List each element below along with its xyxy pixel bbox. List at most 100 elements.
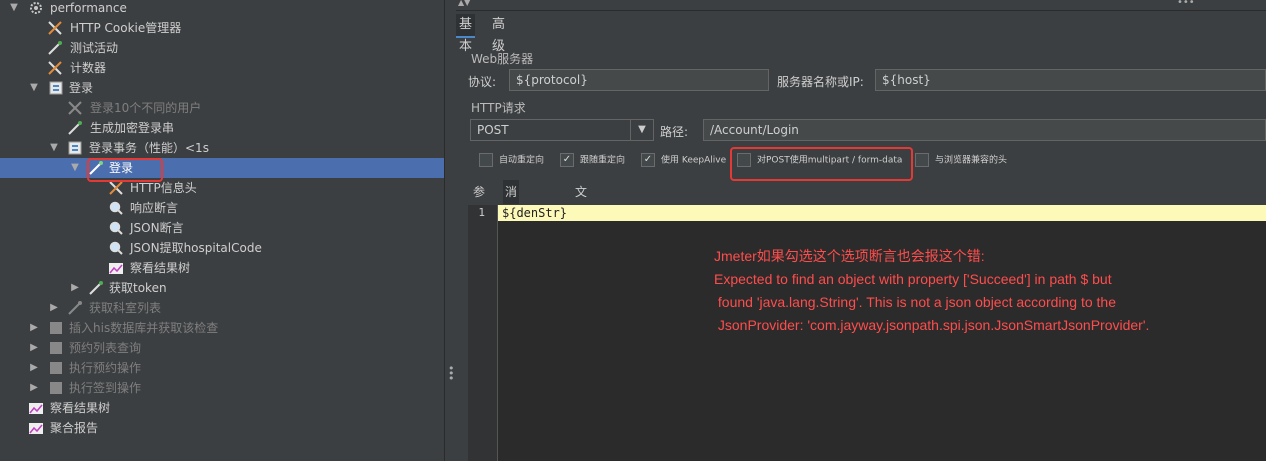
chevron-right-icon[interactable]: ▶ [48,298,60,318]
tree-item-do-signin[interactable]: ▶ 执行签到操作 [0,378,444,398]
annotation-line: Expected to find an object with property… [714,271,1112,287]
tree-item-label: performance [50,1,127,15]
tree-item-login-10-users[interactable]: 登录10个不同的用户 [0,98,444,118]
controller-icon [50,342,62,354]
tab-advanced[interactable]: 高级 [489,14,508,54]
tree-item-label: 登录 [69,81,94,95]
chevron-right-icon[interactable]: ▶ [28,318,40,338]
server-input[interactable]: ${host} [875,69,1266,91]
chevron-right-icon[interactable]: ▶ [28,378,40,398]
http-sampler-panel: ▲▼ ••• 基本 高级 Web服务器 协议: ${protocol} 服务器名… [456,0,1266,461]
checkmark-icon[interactable]: ✓ [560,153,574,167]
tree-item-do-appointment[interactable]: ▶ 执行预约操作 [0,358,444,378]
tab-file-upload[interactable]: 文件上传 [573,180,589,271]
tree-item-get-token[interactable]: ▶ 获取token [0,278,444,298]
chevron-down-icon[interactable]: ▼ [630,120,653,140]
chevron-right-icon[interactable]: ▶ [28,358,40,378]
tab-basic[interactable]: 基本 [456,14,476,54]
chevron-down-icon[interactable]: ▼ [28,78,40,98]
highlight-box-multipart [730,147,913,181]
http-request-title: HTTP请求 [471,101,526,115]
annotation-line: found 'java.lang.String'. This is not a … [714,294,1116,310]
tree-item-aggregate-report[interactable]: 聚合报告 [0,418,444,438]
tree-item-get-dept-list[interactable]: ▶ 获取科室列表 [0,298,444,318]
chevron-down-icon[interactable]: ▼ [8,0,20,18]
checkbox-auto-redirect[interactable]: 自动重定向 [479,153,544,167]
pipette-icon [68,121,82,135]
protocol-label: 协议: [468,75,497,89]
method-select[interactable]: POST ▼ [470,119,654,141]
tree-item-test-activity[interactable]: 测试活动 [0,38,444,58]
tree-item-label: 生成加密登录串 [90,121,175,135]
checkbox-follow-redirect[interactable]: ✓ 跟随重定向 [560,153,625,167]
tab-parameters[interactable]: 参数 [471,180,487,223]
tree-item-label: 计数器 [70,61,107,75]
tree-item-performance[interactable]: ▼ performance [0,0,444,18]
controller-icon [49,81,63,95]
checkbox-label: 自动重定向 [499,155,545,166]
tree-item-label: JSON断言 [130,221,184,235]
magnifier-icon [109,221,123,235]
checkmark-icon[interactable]: ✓ [641,153,655,167]
sampler-icon [89,281,103,295]
checkbox-label: 使用 KeepAlive [661,155,727,166]
tree-item-json-assertion[interactable]: JSON断言 [0,218,444,238]
gear-icon [30,2,42,14]
tree-item-appointment-list[interactable]: ▶ 预约列表查询 [0,338,444,358]
collapse-arrows-icon[interactable]: ▲▼ [458,0,470,7]
tree-item-http-header[interactable]: HTTP信息头 [0,178,444,198]
protocol-input[interactable]: ${protocol} [509,69,769,91]
wrench-icon [68,101,82,115]
tree-item-gen-login-string[interactable]: 生成加密登录串 [0,118,444,138]
controller-icon [68,141,82,155]
tree-item-json-extractor[interactable]: JSON提取hospitalCode [0,238,444,258]
method-value: POST [477,123,509,137]
listener-icon [109,263,123,274]
tree-item-label: 聚合报告 [50,421,99,435]
tree-item-cookie-manager[interactable]: HTTP Cookie管理器 [0,18,444,38]
tree-item-response-assertion[interactable]: 响应断言 [0,198,444,218]
tree-item-view-results-tree[interactable]: 察看结果树 [0,258,444,278]
listener-icon [29,423,43,434]
current-line: ${denStr} [498,205,1266,221]
tree-item-label: HTTP Cookie管理器 [70,21,182,35]
web-server-title: Web服务器 [471,52,534,66]
tree-item-label: 登录事务（性能）<1s [89,141,209,155]
highlight-box-tree [87,158,163,182]
tree-item-login-transaction[interactable]: ▼ 登录事务（性能）<1s [0,138,444,158]
pipette-icon [68,301,82,315]
checkbox-browser-headers[interactable]: 与浏览器兼容的头 [915,153,1007,167]
tree-item-label: 获取token [109,281,167,295]
tree-item-counter[interactable]: 计数器 [0,58,444,78]
path-input[interactable]: /Account/Login [703,119,1266,141]
tab-body-data[interactable]: 消息体数据 [503,180,520,295]
controller-icon [50,382,62,394]
chevron-down-icon[interactable]: ▼ [48,138,60,158]
chevron-down-icon[interactable]: ▼ [69,158,81,178]
tree-item-label: 察看结果树 [130,261,191,275]
chevron-right-icon[interactable]: ▶ [69,278,81,298]
checkbox-box[interactable] [479,153,493,167]
more-dots-icon[interactable]: ••• [1177,0,1195,8]
chevron-right-icon[interactable]: ▶ [28,338,40,358]
tree-item-insert-his[interactable]: ▶ 插入his数据库并获取该检查 [0,318,444,338]
tree-item-label: 登录10个不同的用户 [90,101,202,115]
tree-item-login-sampler[interactable]: ▼ 登录 [0,158,444,178]
checkbox-label: 与浏览器兼容的头 [935,155,1008,166]
drag-handle-icon[interactable]: • • • [448,363,455,384]
code-text[interactable]: ${denStr} [502,205,567,221]
magnifier-icon [109,241,123,255]
test-plan-tree: ▼ performance HTTP Cookie管理器 测试活动 计数器 ▼ … [0,0,444,461]
pipette-icon [48,41,62,55]
magnifier-icon [109,201,123,215]
server-label: 服务器名称或IP: [777,75,864,89]
tree-item-label: 执行签到操作 [69,381,142,395]
tree-item-view-results-tree-2[interactable]: 察看结果树 [0,398,444,418]
checkbox-keepalive[interactable]: ✓ 使用 KeepAlive [641,153,726,167]
checkbox-box[interactable] [915,153,929,167]
tree-item-label: JSON提取hospitalCode [130,241,262,255]
annotation-line: Jmeter如果勾选这个选项断言也会报这个错: [714,248,985,264]
tree-item-label: 执行预约操作 [69,361,142,375]
tree-item-login-controller[interactable]: ▼ 登录 [0,78,444,98]
wrench-icon [48,61,62,75]
